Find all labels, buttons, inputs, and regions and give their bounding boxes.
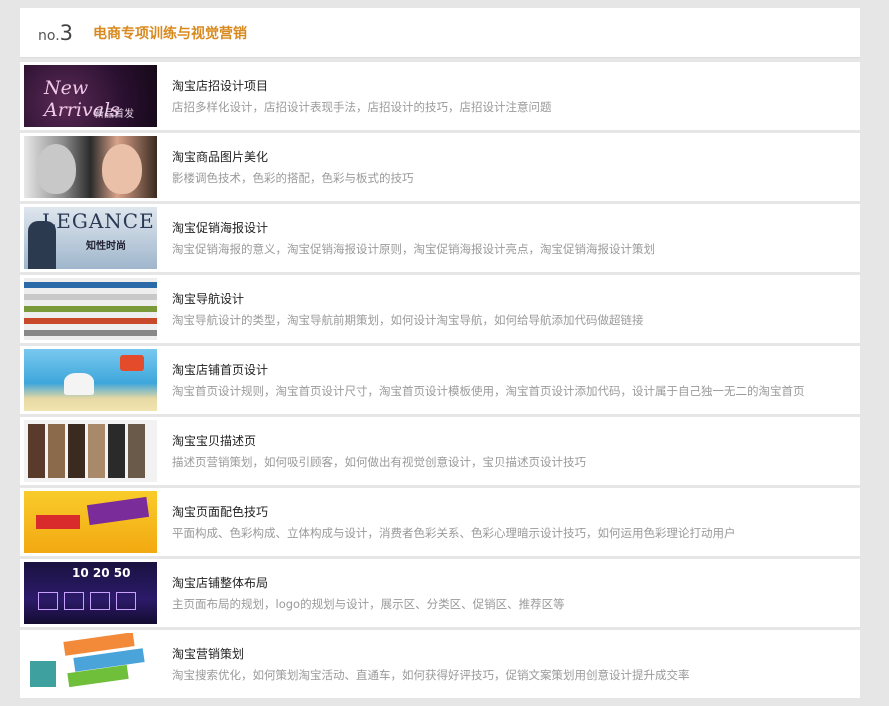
list-item[interactable]: 10 20 50 淘宝店铺整体布局 主页面布局的规划，logo的规划与设计，展示… <box>20 559 860 630</box>
decoration-shape <box>120 355 144 371</box>
thumbnail-image[interactable] <box>24 278 157 340</box>
thumbnail-image[interactable]: LEGANCE 知性时尚 <box>24 207 157 269</box>
list-item[interactable]: LEGANCE 知性时尚 淘宝促销海报设计 淘宝促销海报的意义，淘宝促销海报设计… <box>20 204 860 275</box>
section-title: 电商专项训练与视觉营销 <box>93 25 248 42</box>
thumbnail-text: 新品首发 <box>94 109 134 120</box>
item-text: 淘宝商品图片美化 影楼调色技术，色彩的搭配，色彩与板式的技巧 <box>172 148 860 187</box>
portrait-shape <box>102 144 142 194</box>
product-shape <box>48 424 65 478</box>
thumbnail-text: 知性时尚 <box>86 241 126 252</box>
item-text: 淘宝店铺整体布局 主页面布局的规划，logo的规划与设计，展示区、分类区、促销区… <box>172 574 860 613</box>
item-text: 淘宝导航设计 淘宝导航设计的类型，淘宝导航前期策划，如何设计淘宝导航，如何给导航… <box>172 290 860 329</box>
item-description: 淘宝搜索优化，如何策划淘宝活动、直通车，如何获得好评技巧，促销文案策划用创意设计… <box>172 667 690 682</box>
portrait-shape <box>36 144 76 194</box>
list-item[interactable]: 淘宝页面配色技巧 平面构成、色彩构成、立体构成与设计，消费者色彩关系、色彩心理暗… <box>20 488 860 559</box>
list-item[interactable]: New Arrivals 新品首发 淘宝店招设计项目 店招多样化设计，店招设计表… <box>20 62 860 133</box>
section-number-value: 3 <box>59 20 74 45</box>
item-title[interactable]: 淘宝宝贝描述页 <box>172 432 860 450</box>
item-title[interactable]: 淘宝营销策划 <box>172 645 860 663</box>
thumbnail-image[interactable] <box>24 633 157 695</box>
section-number-prefix: no. <box>38 27 60 44</box>
item-text: 淘宝店铺首页设计 淘宝首页设计规则，淘宝首页设计尺寸，淘宝首页设计模板使用，淘宝… <box>172 361 860 400</box>
item-text: 淘宝宝贝描述页 描述页营销策划，如何吸引顾客，如何做出有视觉创意设计，宝贝描述页… <box>172 432 860 471</box>
decoration-shape <box>64 592 84 610</box>
thumbnail-image[interactable] <box>24 349 157 411</box>
product-shape <box>128 424 145 478</box>
item-description: 店招多样化设计，店招设计表现手法，店招设计的技巧，店招设计注意问题 <box>172 99 552 114</box>
decoration-shape <box>90 592 110 610</box>
item-description: 淘宝促销海报的意义，淘宝促销海报设计原则，淘宝促销海报设计亮点，淘宝促销海报设计… <box>172 241 655 256</box>
item-text: 淘宝页面配色技巧 平面构成、色彩构成、立体构成与设计，消费者色彩关系、色彩心理暗… <box>172 503 860 542</box>
product-shape <box>108 424 125 478</box>
product-shape <box>68 424 85 478</box>
list-item[interactable]: 淘宝营销策划 淘宝搜索优化，如何策划淘宝活动、直通车，如何获得好评技巧，促销文案… <box>20 630 860 701</box>
thumbnail-image[interactable]: 10 20 50 <box>24 562 157 624</box>
thumbnail-text: 10 20 50 <box>72 566 131 580</box>
decoration-shape <box>36 515 80 529</box>
nav-bar-shape <box>24 282 157 288</box>
list-item[interactable]: 淘宝导航设计 淘宝导航设计的类型，淘宝导航前期策划，如何设计淘宝导航，如何给导航… <box>20 275 860 346</box>
decoration-shape <box>30 661 56 687</box>
product-shape <box>28 424 45 478</box>
item-title[interactable]: 淘宝导航设计 <box>172 290 860 308</box>
decoration-shape <box>38 592 58 610</box>
item-text: 淘宝促销海报设计 淘宝促销海报的意义，淘宝促销海报设计原则，淘宝促销海报设计亮点… <box>172 219 860 258</box>
item-title[interactable]: 淘宝店铺首页设计 <box>172 361 860 379</box>
nav-bar-shape <box>24 306 157 312</box>
thumbnail-text: LEGANCE <box>42 209 155 233</box>
thumbnail-image[interactable] <box>24 491 157 553</box>
course-list: New Arrivals 新品首发 淘宝店招设计项目 店招多样化设计，店招设计表… <box>20 62 860 701</box>
section-header: no.3 电商专项训练与视觉营销 <box>20 8 860 58</box>
product-shape <box>88 424 105 478</box>
item-title[interactable]: 淘宝店铺整体布局 <box>172 574 860 592</box>
item-description: 平面构成、色彩构成、立体构成与设计，消费者色彩关系、色彩心理暗示设计技巧，如何运… <box>172 525 736 540</box>
item-title[interactable]: 淘宝商品图片美化 <box>172 148 860 166</box>
decoration-shape <box>64 373 94 395</box>
item-description: 淘宝首页设计规则，淘宝首页设计尺寸，淘宝首页设计模板使用，淘宝首页设计添加代码，… <box>172 383 805 398</box>
course-section: no.3 电商专项训练与视觉营销 New Arrivals 新品首发 淘宝店招设… <box>20 8 860 701</box>
item-text: 淘宝营销策划 淘宝搜索优化，如何策划淘宝活动、直通车，如何获得好评技巧，促销文案… <box>172 645 860 684</box>
nav-bar-shape <box>24 294 157 300</box>
decoration-shape <box>86 496 150 526</box>
section-number: no.3 <box>38 21 73 45</box>
list-item[interactable]: 淘宝店铺首页设计 淘宝首页设计规则，淘宝首页设计尺寸，淘宝首页设计模板使用，淘宝… <box>20 346 860 417</box>
list-item[interactable]: 淘宝商品图片美化 影楼调色技术，色彩的搭配，色彩与板式的技巧 <box>20 133 860 204</box>
thumbnail-image[interactable] <box>24 420 157 482</box>
nav-bar-shape <box>24 318 157 324</box>
item-description: 影楼调色技术，色彩的搭配，色彩与板式的技巧 <box>172 170 414 185</box>
item-title[interactable]: 淘宝店招设计项目 <box>172 77 860 95</box>
list-item[interactable]: 淘宝宝贝描述页 描述页营销策划，如何吸引顾客，如何做出有视觉创意设计，宝贝描述页… <box>20 417 860 488</box>
thumbnail-image[interactable]: New Arrivals 新品首发 <box>24 65 157 127</box>
item-title[interactable]: 淘宝页面配色技巧 <box>172 503 860 521</box>
item-title[interactable]: 淘宝促销海报设计 <box>172 219 860 237</box>
item-description: 主页面布局的规划，logo的规划与设计，展示区、分类区、促销区、推荐区等 <box>172 596 565 611</box>
item-text: 淘宝店招设计项目 店招多样化设计，店招设计表现手法，店招设计的技巧，店招设计注意… <box>172 77 860 116</box>
thumbnail-image[interactable] <box>24 136 157 198</box>
item-description: 淘宝导航设计的类型，淘宝导航前期策划，如何设计淘宝导航，如何给导航添加代码做超链… <box>172 312 644 327</box>
decoration-shape <box>116 592 136 610</box>
item-description: 描述页营销策划，如何吸引顾客，如何做出有视觉创意设计，宝贝描述页设计技巧 <box>172 454 586 469</box>
nav-bar-shape <box>24 330 157 336</box>
